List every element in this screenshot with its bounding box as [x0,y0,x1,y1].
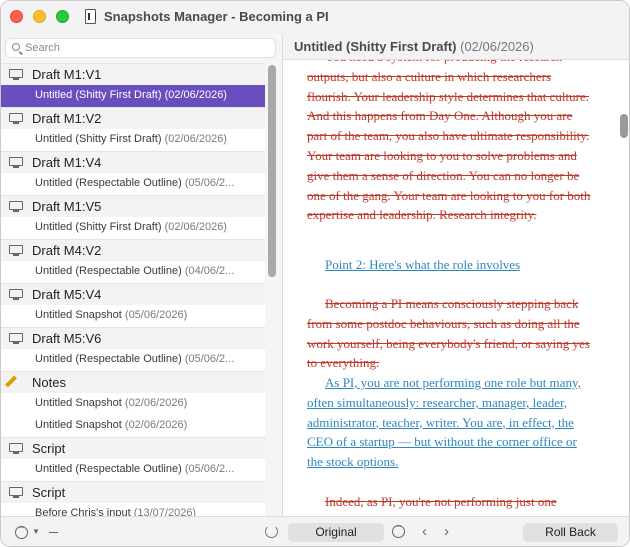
bottom-toolbar: ▼ Original ‹ › Roll Back [1,516,629,546]
monitor-icon [9,289,23,300]
preview-scroll-thumb[interactable] [620,114,628,138]
deleted-paragraph: Indeed, as PI, you're not performing jus… [325,494,557,509]
snapshot-item-selected[interactable]: Untitled (Shitty First Draft) (02/06/202… [1,85,265,107]
group-header[interactable]: Draft M5:V4 [1,283,265,305]
snapshots-manager-window: Snapshots Manager - Becoming a PI Search… [0,0,630,547]
search-field[interactable]: Search [5,38,276,58]
inserted-heading: Point 2: Here's what the role involves [325,257,521,272]
monitor-icon [9,443,23,454]
original-button[interactable]: Original [288,523,384,542]
deleted-paragraph: You need a system for producing the rese… [307,60,591,223]
chevron-down-icon[interactable]: ▼ [32,527,40,536]
snapshot-item[interactable]: Untitled (Respectable Outline) (05/06/2.… [1,349,265,371]
monitor-icon [9,113,23,124]
snapshot-item[interactable]: Untitled (Respectable Outline) (05/06/2.… [1,173,265,195]
monitor-icon [9,333,23,344]
minimize-button[interactable] [33,10,46,23]
snapshot-item[interactable]: Untitled Snapshot (02/06/2026) [1,393,265,415]
snapshot-item[interactable]: Untitled (Respectable Outline) (04/06/2.… [1,261,265,283]
next-change-icon[interactable]: › [444,523,449,540]
preview-title: Untitled (Shitty First Draft) (02/06/202… [294,39,534,54]
snapshot-item[interactable]: Before Chris's input (13/07/2026) [1,503,265,516]
snapshot-item[interactable]: Untitled Snapshot (05/06/2026) [1,305,265,327]
snapshots-sidebar: Search Draft M1:V1 Untitled (Shitty Firs… [1,34,283,516]
snapshot-item[interactable]: Untitled (Shitty First Draft) (02/06/202… [1,129,265,151]
monitor-icon [9,487,23,498]
ellipsis-circle-icon[interactable] [15,522,28,539]
zoom-button[interactable] [56,10,69,23]
group-header[interactable]: Draft M1:V2 [1,107,265,129]
monitor-icon [9,157,23,168]
search-icon [12,43,20,51]
group-header[interactable]: Script [1,481,265,503]
snapshot-item[interactable]: Untitled (Respectable Outline) (05/06/2.… [1,459,265,481]
refresh-icon[interactable] [265,525,278,538]
search-placeholder: Search [25,42,60,54]
group-header[interactable]: Draft M1:V4 [1,151,265,173]
deleted-paragraph: Becoming a PI means consciously stepping… [307,296,590,371]
snapshot-preview-pane: Untitled (Shitty First Draft) (02/06/202… [283,34,629,516]
previous-change-icon[interactable]: ‹ [422,523,427,540]
monitor-icon [9,201,23,212]
group-header[interactable]: Draft M4:V2 [1,239,265,261]
scrivener-document-icon [85,9,96,24]
title-bar[interactable]: Snapshots Manager - Becoming a PI [1,1,629,34]
window-title: Snapshots Manager - Becoming a PI [104,9,329,24]
monitor-icon [9,245,23,256]
remove-snapshot-button[interactable] [49,532,58,534]
snapshot-text[interactable]: You need a system for producing the rese… [283,60,619,516]
inserted-paragraph: As PI, you are not performing one role b… [307,375,581,470]
roll-back-button[interactable]: Roll Back [523,523,618,542]
group-header[interactable]: Notes [1,371,265,393]
close-button[interactable] [10,10,23,23]
sidebar-scrollbar[interactable] [268,65,277,515]
pencil-icon [4,375,18,388]
snapshot-item[interactable]: Untitled (Shitty First Draft) (02/06/202… [1,217,265,239]
sidebar-scroll-thumb[interactable] [268,65,276,277]
group-header[interactable]: Script [1,437,265,459]
preview-header: Untitled (Shitty First Draft) (02/06/202… [283,34,629,60]
snapshot-item[interactable]: Untitled Snapshot (02/06/2026) [1,415,265,437]
group-header[interactable]: Draft M1:V5 [1,195,265,217]
monitor-icon [9,69,23,80]
group-header[interactable]: Draft M1:V1 [1,63,265,85]
snapshot-list: Draft M1:V1 Untitled (Shitty First Draft… [1,63,265,516]
group-header[interactable]: Draft M5:V6 [1,327,265,349]
compare-options-icon[interactable] [392,521,405,538]
